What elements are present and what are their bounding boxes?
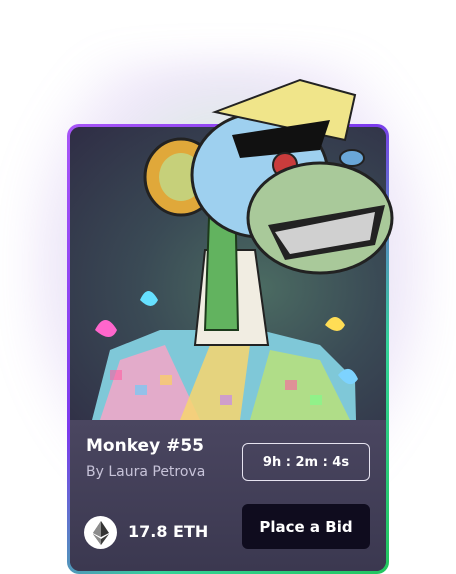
nft-card[interactable]: Monkey #55 By Laura Petrova 9h : 2m : 4s…	[70, 127, 386, 571]
artwork-background	[70, 127, 386, 420]
place-bid-button[interactable]: Place a Bid	[242, 504, 370, 549]
card-info-panel: Monkey #55 By Laura Petrova 9h : 2m : 4s…	[70, 420, 386, 571]
nft-author[interactable]: By Laura Petrova	[86, 464, 205, 480]
nft-price: 17.8 ETH	[128, 522, 209, 541]
nft-title[interactable]: Monkey #55	[86, 436, 204, 456]
auction-timer: 9h : 2m : 4s	[242, 443, 370, 481]
ethereum-icon	[84, 516, 117, 549]
